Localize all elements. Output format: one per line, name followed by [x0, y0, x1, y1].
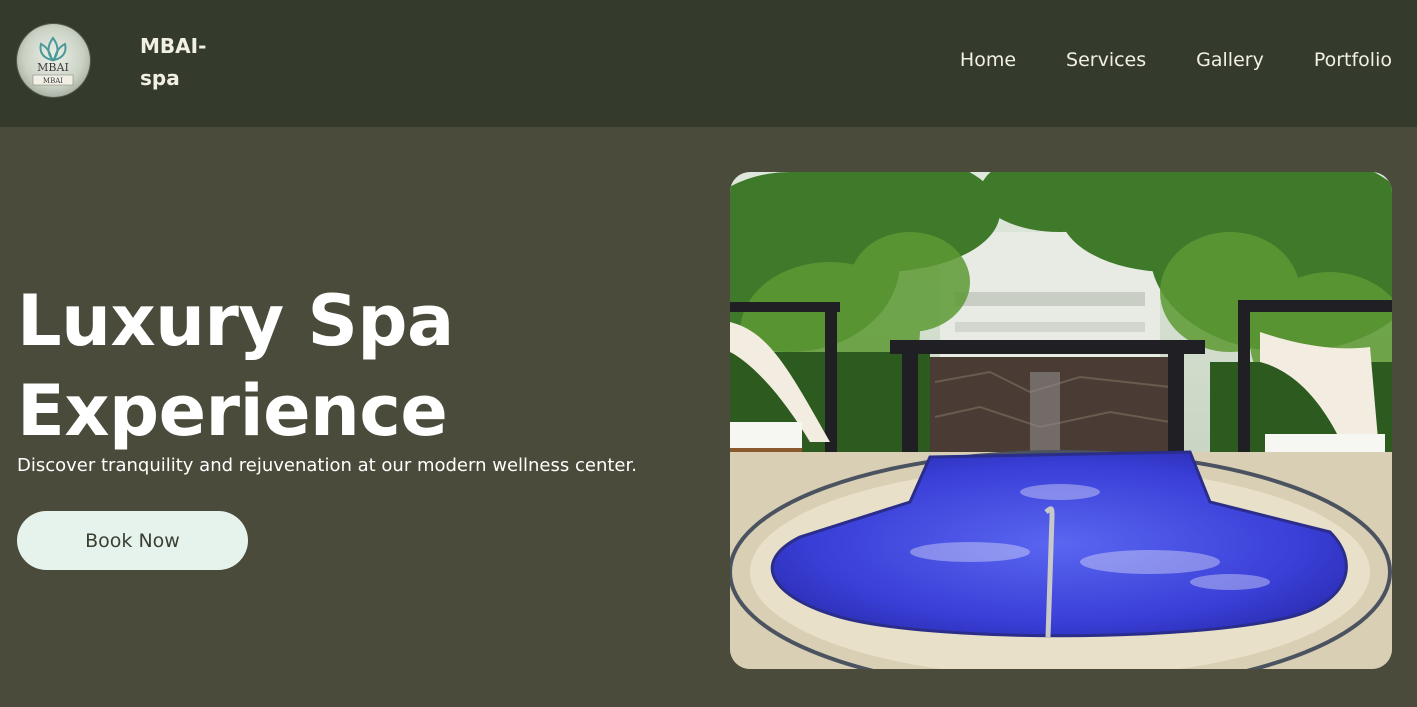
logo-text: MBAI [37, 61, 69, 74]
nav-home[interactable]: Home [960, 47, 1016, 73]
hero-subtitle: Discover tranquility and rejuvenation at… [17, 455, 637, 476]
book-now-button[interactable]: Book Now [17, 511, 248, 570]
lotus-icon: MBAI MBAI [32, 36, 74, 86]
nav-services[interactable]: Services [1066, 47, 1146, 73]
logo[interactable]: MBAI MBAI [17, 24, 90, 97]
logo-subtext: MBAI [43, 77, 63, 85]
site-header: MBAI MBAI MBAI- spa Home Services Galler… [0, 0, 1417, 127]
nav-gallery[interactable]: Gallery [1196, 47, 1264, 73]
hero-title: Luxury Spa Experience [17, 280, 454, 452]
main-nav: Home Services Gallery Portfolio [960, 47, 1392, 73]
hero-image-spa-pool [730, 172, 1392, 669]
brand-name[interactable]: MBAI- spa [140, 30, 230, 94]
nav-portfolio[interactable]: Portfolio [1314, 47, 1392, 73]
